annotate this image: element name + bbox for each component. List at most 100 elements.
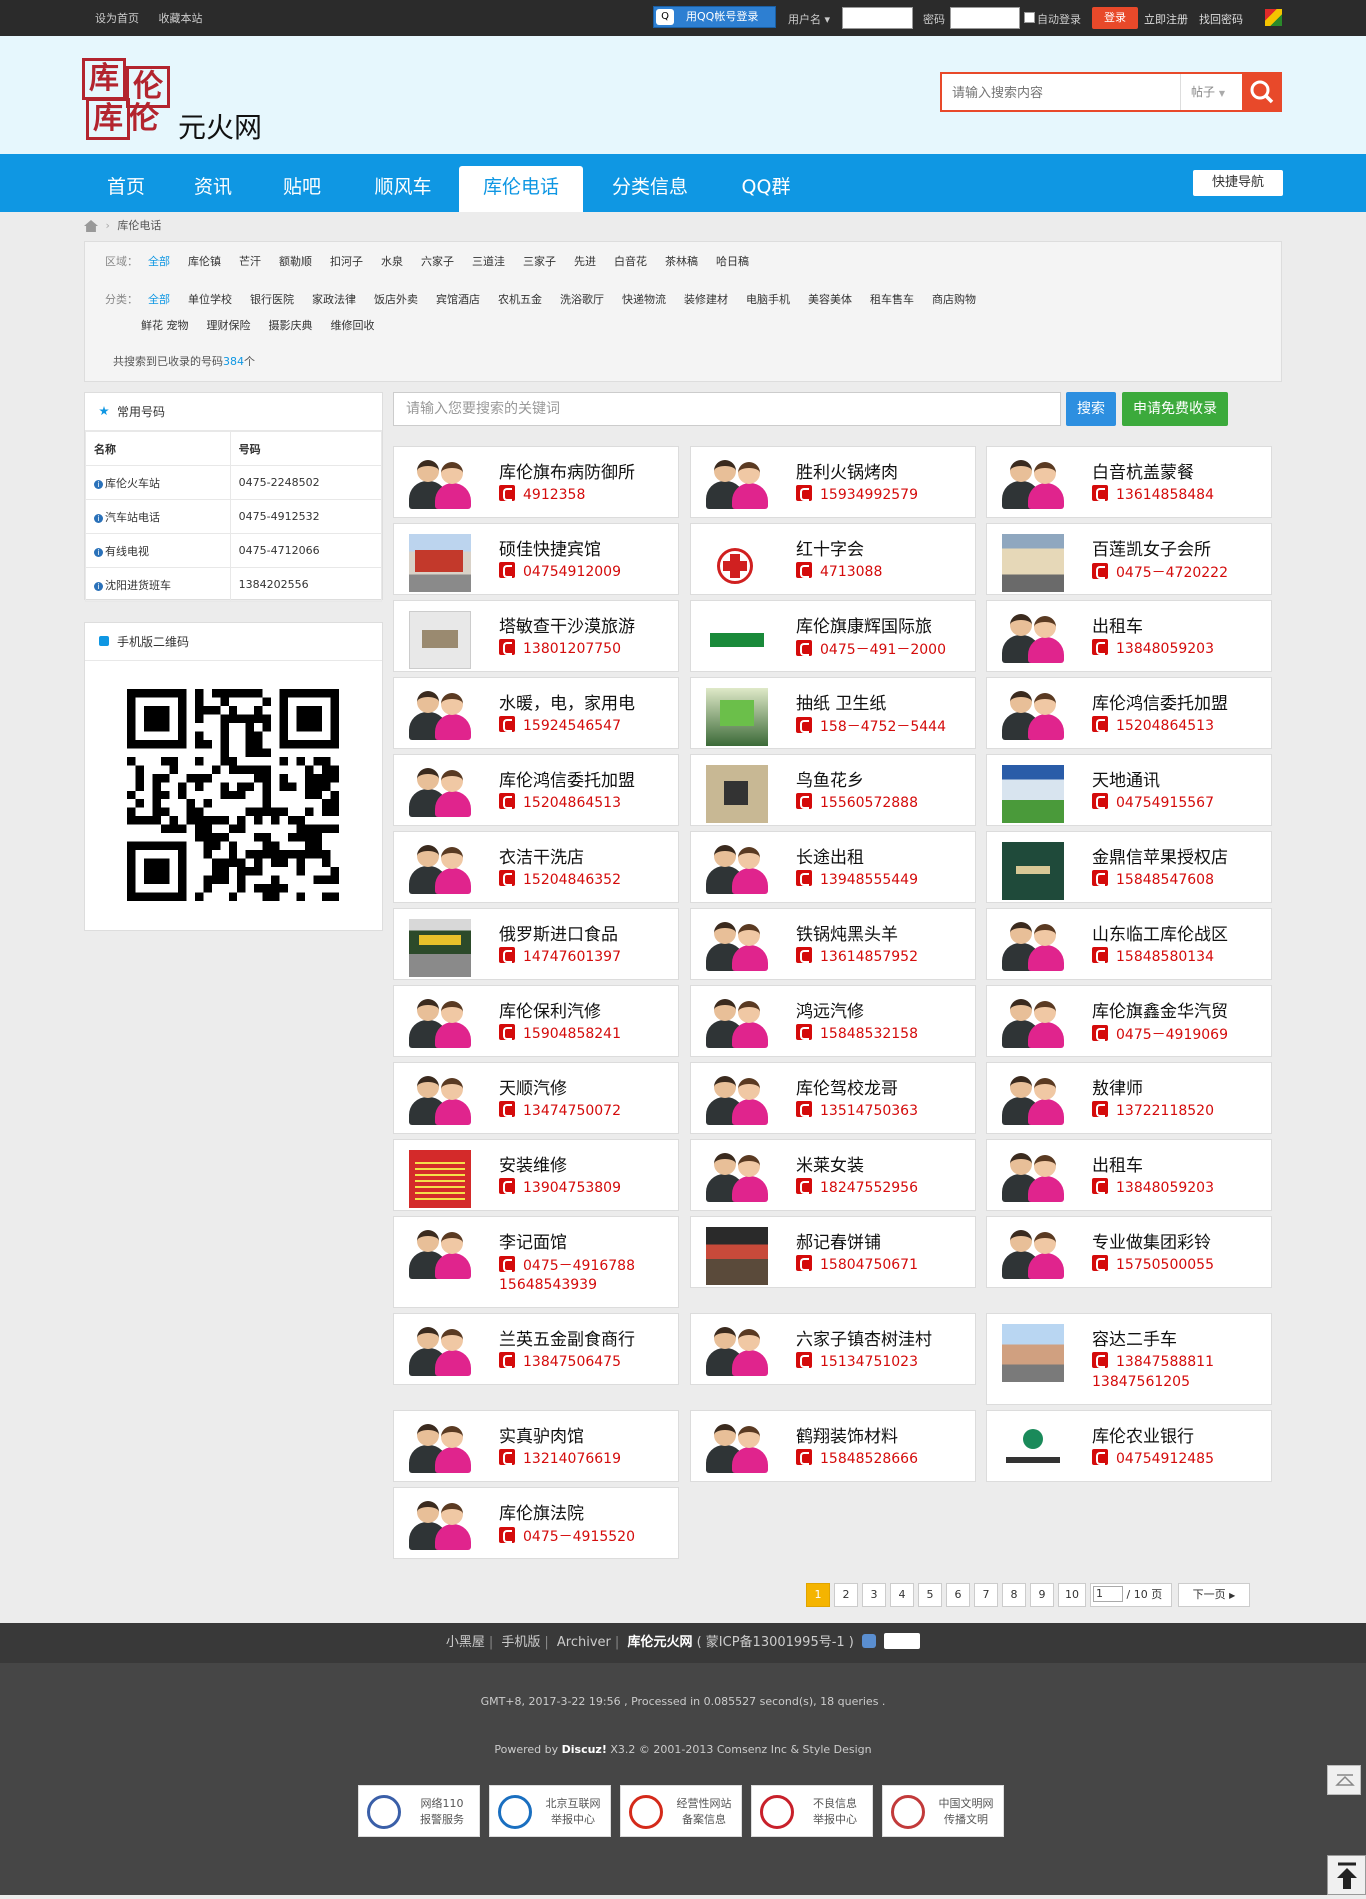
card-name[interactable]: 安装维修	[499, 1151, 567, 1176]
category-option[interactable]: 租车售车	[870, 290, 914, 310]
card-name[interactable]: 库伦保利汽修	[499, 997, 601, 1022]
area-option[interactable]: 库伦镇	[188, 252, 221, 272]
phone-card[interactable]: 李记面馆 0475－4916788 15648543939	[393, 1216, 679, 1308]
phone-card[interactable]: 郝记春饼铺 15804750671	[690, 1216, 976, 1288]
phone-card[interactable]: 容达二手车 13847588811 13847561205	[986, 1313, 1272, 1405]
category-option[interactable]: 快递物流	[622, 290, 666, 310]
area-option[interactable]: 额勒顺	[279, 252, 312, 272]
phone-card[interactable]: 库伦驾校龙哥 13514750363	[690, 1062, 976, 1134]
card-name[interactable]: 红十字会	[796, 535, 864, 560]
card-name[interactable]: 胜利火锅烤肉	[796, 458, 898, 483]
category-option[interactable]: 鲜花 宠物	[141, 316, 189, 336]
card-name[interactable]: 衣洁干洗店	[499, 843, 584, 868]
area-option[interactable]: 白音花	[614, 252, 647, 272]
phone-card[interactable]: 抽纸 卫生纸 158－4752－5444	[690, 677, 976, 749]
card-name[interactable]: 库伦鸿信委托加盟	[1092, 689, 1228, 714]
card-name[interactable]: 硕佳快捷宾馆	[499, 535, 601, 560]
phone-card[interactable]: 百莲凯女子会所 0475－4720222	[986, 523, 1272, 595]
card-name[interactable]: 百莲凯女子会所	[1092, 535, 1211, 560]
category-option[interactable]: 银行医院	[250, 290, 294, 310]
area-option[interactable]: 先进	[574, 252, 596, 272]
category-option[interactable]: 家政法律	[312, 290, 356, 310]
footer-badge[interactable]: 经营性网站 备案信息	[620, 1785, 742, 1837]
footer-badge[interactable]: 不良信息 举报中心	[751, 1785, 873, 1837]
qq-login-button[interactable]: Q 用QQ帐号登录	[653, 6, 776, 28]
footer-link-blacklist[interactable]: 小黑屋	[446, 1635, 485, 1650]
next-page-button[interactable]: 下一页 ▶	[1178, 1583, 1250, 1607]
stats-icon[interactable]	[884, 1633, 921, 1649]
card-name[interactable]: 实真驴肉馆	[499, 1422, 584, 1447]
nav-phonebook[interactable]: 库伦电话	[459, 166, 583, 212]
phone-card[interactable]: 鸟鱼花乡 15560572888	[690, 754, 976, 826]
phone-card[interactable]: 安装维修 13904753809	[393, 1139, 679, 1211]
phone-card[interactable]: 库伦农业银行 04754912485	[986, 1410, 1272, 1482]
page-button[interactable]: 7	[974, 1583, 998, 1607]
phone-card[interactable]: 库伦鸿信委托加盟 15204864513	[986, 677, 1272, 749]
register-link[interactable]: 立即注册	[1144, 11, 1188, 27]
card-name[interactable]: 专业做集团彩铃	[1092, 1228, 1211, 1253]
page-button[interactable]: 8	[1002, 1583, 1026, 1607]
page-button[interactable]: 10	[1058, 1583, 1086, 1607]
card-name[interactable]: 鹤翔装饰材料	[796, 1422, 898, 1447]
category-option[interactable]: 摄影庆典	[269, 316, 313, 336]
footer-link-archiver[interactable]: Archiver	[557, 1635, 611, 1650]
breadcrumb-current[interactable]: 库伦电话	[117, 219, 161, 232]
phone-card[interactable]: 硕佳快捷宾馆 04754912009	[393, 523, 679, 595]
phone-card[interactable]: 库伦旗康辉国际旅 0475－491－2000	[690, 600, 976, 672]
category-option[interactable]: 电脑手机	[746, 290, 790, 310]
card-name[interactable]: 金鼎信苹果授权店	[1092, 843, 1228, 868]
login-button[interactable]: 登录	[1092, 7, 1138, 29]
set-home-link[interactable]: 设为首页	[95, 12, 139, 25]
find-password-link[interactable]: 找回密码	[1199, 11, 1243, 27]
quick-nav-button[interactable]: 快捷导航	[1193, 170, 1283, 196]
phone-card[interactable]: 胜利火锅烤肉 15934992579	[690, 446, 976, 518]
card-name[interactable]: 塔敏查干沙漠旅游	[499, 612, 635, 637]
area-option[interactable]: 芒汗	[239, 252, 261, 272]
phone-card[interactable]: 白音杭盖蒙餐 13614858484	[986, 446, 1272, 518]
back-to-top-button[interactable]	[1327, 1855, 1366, 1895]
phone-card[interactable]: 鸿远汽修 15848532158	[690, 985, 976, 1057]
category-option[interactable]: 宾馆酒店	[436, 290, 480, 310]
phone-card[interactable]: 库伦鸿信委托加盟 15204864513	[393, 754, 679, 826]
card-name[interactable]: 李记面馆	[499, 1228, 567, 1253]
card-name[interactable]: 长途出租	[796, 843, 864, 868]
page-jump-input[interactable]: 1 / 10 页	[1090, 1583, 1172, 1607]
style-switch-icon[interactable]	[1265, 9, 1282, 26]
phone-card[interactable]: 天地通讯 04754915567	[986, 754, 1272, 826]
apply-listing-button[interactable]: 申请免费收录	[1122, 392, 1228, 426]
page-button[interactable]: 5	[918, 1583, 942, 1607]
nav-news[interactable]: 资讯	[175, 166, 251, 212]
card-name[interactable]: 俄罗斯进口食品	[499, 920, 618, 945]
phone-card[interactable]: 出租车 13848059203	[986, 1139, 1272, 1211]
card-name[interactable]: 库伦农业银行	[1092, 1422, 1194, 1447]
table-row[interactable]: i 汽车站电话 0475-4912532	[85, 499, 383, 534]
area-option[interactable]: 三道洼	[472, 252, 505, 272]
site-logo[interactable]: 库 伦 库 伦	[82, 58, 172, 143]
card-name[interactable]: 兰英五金副食商行	[499, 1325, 635, 1350]
card-name[interactable]: 六家子镇杏树洼村	[796, 1325, 932, 1350]
phone-card[interactable]: 水暖，电，家用电 15924546547	[393, 677, 679, 749]
card-name[interactable]: 库伦鸿信委托加盟	[499, 766, 635, 791]
phone-card[interactable]: 库伦旗鑫金华汽贸 0475－4919069	[986, 985, 1272, 1057]
page-button[interactable]: 3	[862, 1583, 886, 1607]
table-row[interactable]: i 有线电视 0475-4712066	[85, 533, 383, 568]
area-option[interactable]: 全部	[148, 252, 170, 272]
card-name[interactable]: 水暖，电，家用电	[499, 689, 635, 714]
category-option[interactable]: 单位学校	[188, 290, 232, 310]
area-option[interactable]: 六家子	[421, 252, 454, 272]
category-option[interactable]: 饭店外卖	[374, 290, 418, 310]
card-name[interactable]: 库伦旗鑫金华汽贸	[1092, 997, 1228, 1022]
phone-card[interactable]: 鹤翔装饰材料 15848528666	[690, 1410, 976, 1482]
card-name[interactable]: 抽纸 卫生纸	[796, 689, 886, 714]
search-input[interactable]	[942, 74, 1180, 110]
phone-card[interactable]: 敖律师 13722118520	[986, 1062, 1272, 1134]
phone-card[interactable]: 长途出租 13948555449	[690, 831, 976, 903]
search-button[interactable]	[1242, 74, 1282, 110]
page-button[interactable]: 1	[806, 1583, 830, 1607]
area-option[interactable]: 茶林稿	[665, 252, 698, 272]
area-option[interactable]: 水泉	[381, 252, 403, 272]
password-input[interactable]	[950, 7, 1020, 29]
card-name[interactable]: 敖律师	[1092, 1074, 1143, 1099]
phone-card[interactable]: 天顺汽修 13474750072	[393, 1062, 679, 1134]
card-name[interactable]: 白音杭盖蒙餐	[1092, 458, 1194, 483]
